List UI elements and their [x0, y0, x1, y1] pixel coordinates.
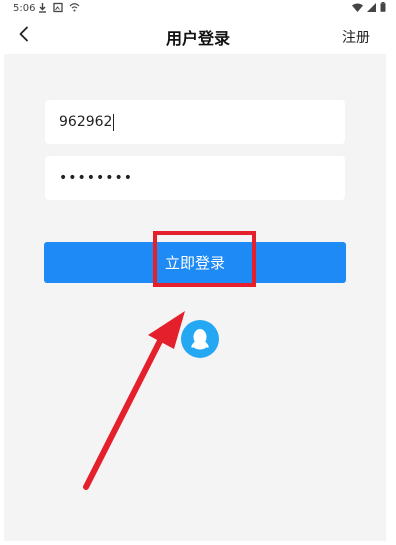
status-icons-right: [352, 2, 386, 15]
signal-icon: [367, 2, 376, 15]
username-field[interactable]: 962962: [45, 100, 345, 144]
login-content: 962962 •••••••• 立即登录: [4, 54, 386, 541]
photo-icon: [53, 2, 63, 16]
qq-penguin-icon: [181, 329, 219, 362]
password-field[interactable]: ••••••••: [45, 156, 345, 200]
password-value: ••••••••: [59, 170, 134, 186]
nav-bar: 用户登录 注册: [0, 18, 396, 54]
status-time: 5:06: [13, 3, 36, 14]
wifi-icon: [352, 3, 363, 15]
register-link[interactable]: 注册: [342, 27, 370, 47]
qq-login-button[interactable]: [181, 320, 219, 358]
page-title: 用户登录: [165, 29, 230, 48]
download-icon: [38, 2, 47, 16]
cast-icon: [69, 2, 80, 16]
status-bar: 5:06: [0, 0, 396, 18]
text-cursor: [113, 113, 115, 131]
login-button-label: 立即登录: [164, 254, 225, 272]
username-value: 962962: [59, 114, 113, 130]
status-icons-left: [38, 2, 80, 16]
battery-icon: [380, 2, 386, 15]
login-button[interactable]: 立即登录: [44, 242, 346, 283]
